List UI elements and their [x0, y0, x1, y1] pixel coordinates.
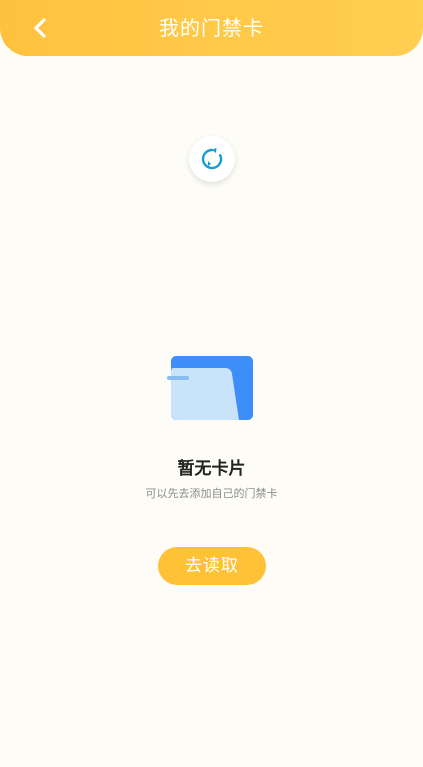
app-header: 我的门禁卡 [0, 0, 423, 56]
refresh-button[interactable] [189, 136, 235, 182]
empty-card-illustration [165, 356, 257, 426]
page-title: 我的门禁卡 [159, 16, 264, 40]
refresh-icon [201, 147, 223, 170]
empty-state-title: 暂无卡片 [177, 459, 246, 479]
card-icon [167, 356, 253, 420]
read-card-button[interactable]: 去读取 [158, 547, 266, 585]
empty-state-subtitle: 可以先去添加自己的门禁卡 [145, 487, 278, 500]
